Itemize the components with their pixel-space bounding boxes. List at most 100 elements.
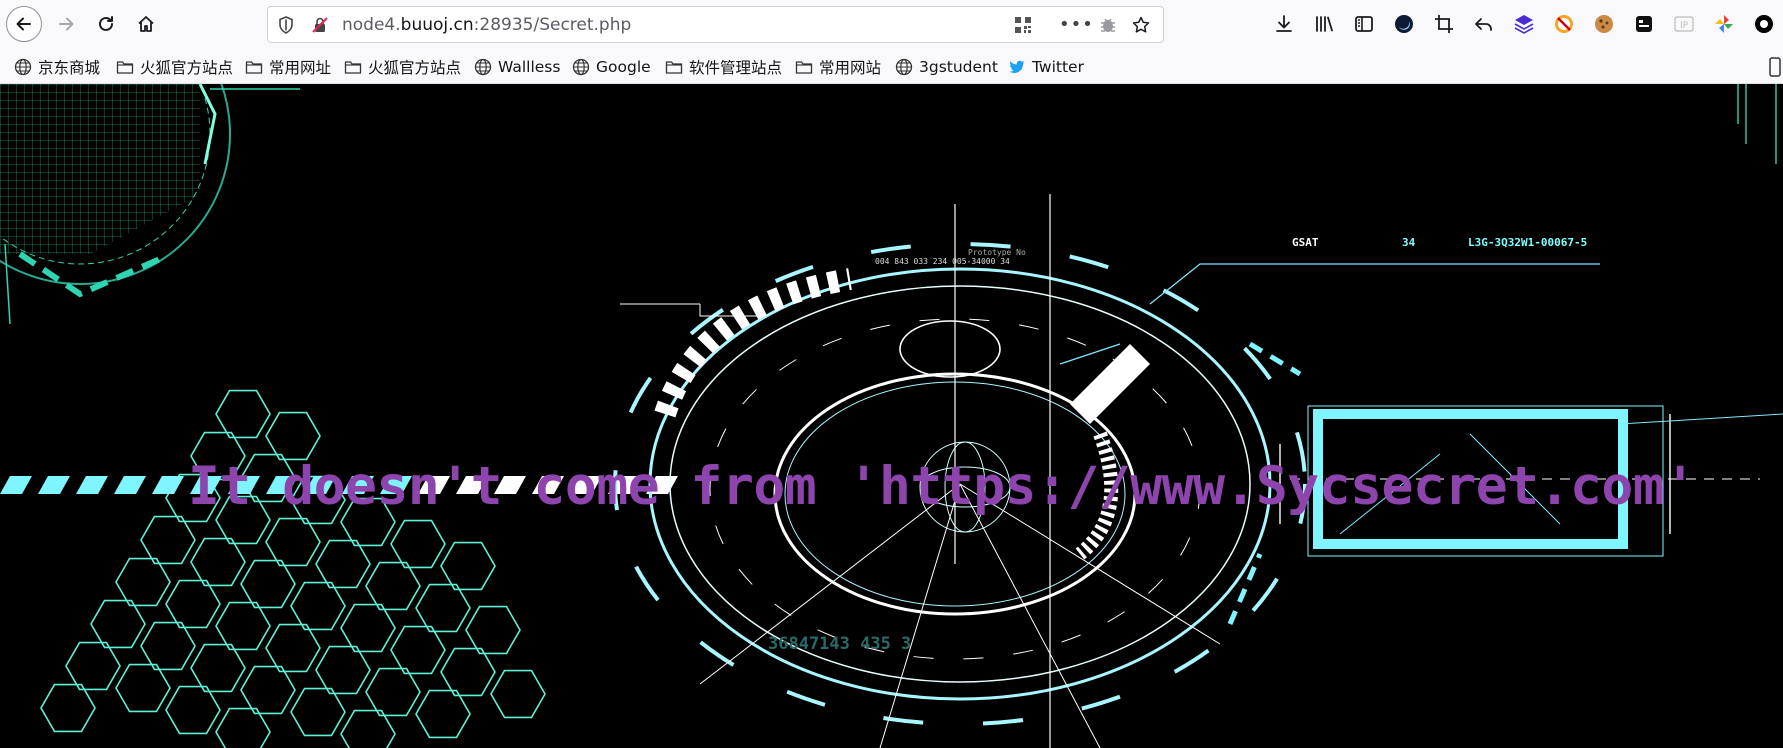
reload-button[interactable] [88,6,124,42]
browser-toolbar: node4.buuoj.cn:28935/Secret.php ••• IP [0,0,1783,49]
bookmark-item[interactable]: Twitter [1008,56,1084,78]
hexagon-cell [240,665,296,715]
globe-icon [572,58,590,76]
hexagon-cell [115,663,171,713]
hexagon-cell [265,517,321,567]
folder-icon [344,61,362,74]
hexagon-cell [190,537,246,587]
hud-label-right: L3G-3Q32W1-00067-5 [1468,236,1587,249]
bookmark-folder[interactable]: 火狐官方站点 [116,56,233,78]
hexagon-cell [465,605,521,655]
hud-number-string: 004 843 033 234 005-34000 34 [875,257,1010,266]
hexagon-cell [415,583,471,633]
hexagon-cell [390,625,446,675]
qr-code-icon[interactable] [1013,15,1033,35]
hud-label-left: GSAT [1292,236,1319,249]
page-actions-menu-icon[interactable]: ••• [1059,14,1094,35]
referer-error-message: It doesn't come from 'https://www.Sycsec… [188,456,1696,517]
globe-icon [895,58,913,76]
hexagon-cell [240,559,296,609]
home-button[interactable] [128,6,164,42]
hexagon-cell [215,389,271,439]
hexagon-cell [265,623,321,673]
forward-button[interactable] [48,6,84,42]
library-icon[interactable] [1312,12,1336,36]
hexagon-cell [140,621,196,671]
hexagon-cell [115,557,171,607]
bookmark-folder[interactable]: 常用网站 [795,56,881,78]
hexagon-cell [340,603,396,653]
hexagon-cell [365,561,421,611]
crop-screenshot-icon[interactable] [1432,12,1456,36]
dark-panel-extension-icon[interactable] [1632,12,1656,36]
bookmark-folder[interactable]: 常用网址 [245,56,331,78]
hexagon-cell [215,601,271,651]
folder-icon [245,61,263,74]
hexagon-cell [340,709,396,748]
undo-icon[interactable] [1472,12,1496,36]
home-icon [138,16,154,32]
hexagon-grid-graphic [40,389,546,748]
tracking-shield-icon[interactable] [276,15,296,35]
hexagon-cell [440,647,496,697]
hexagon-cell [365,667,421,717]
hexagon-cell [290,687,346,737]
hud-background-image: GSAT 34 L3G-3Q32W1-00067-5 Prototype No … [0,84,1783,748]
bookmark-item[interactable]: 京东商城 [14,56,100,78]
bug-extension-icon[interactable] [1098,15,1118,35]
bookmark-folder[interactable]: 软件管理站点 [665,56,782,78]
hexagon-cell [415,689,471,739]
hud-label-mid: 34 [1402,236,1416,249]
bookmarks-bar: 京东商城 火狐官方站点 常用网址 火狐官方站点 Wallless Google … [0,49,1783,84]
hud-prototype-label: Prototype No [968,248,1026,257]
globe-icon [474,58,492,76]
folder-icon [795,61,813,74]
hexagon-cell [90,599,146,649]
cookie-extension-icon[interactable] [1592,12,1616,36]
stripe-segment [76,476,108,494]
globe-icon [14,58,32,76]
folder-icon [116,61,134,74]
insecure-lock-icon[interactable] [310,15,330,35]
hexagon-cell [290,581,346,631]
hexagon-cell [165,685,221,735]
folder-icon [665,61,683,74]
url-text[interactable]: node4.buuoj.cn:28935/Secret.php [342,15,631,35]
sidebar-icon[interactable] [1352,12,1376,36]
downloads-icon[interactable] [1272,12,1296,36]
hexagon-cell [440,541,496,591]
bookmark-folder[interactable]: 火狐官方站点 [344,56,461,78]
hud-bottom-readout: 36847143 435 3 [768,634,911,654]
svg-text:IP: IP [1680,21,1689,31]
hexagon-cell [315,645,371,695]
bookmark-star-icon[interactable] [1131,15,1151,35]
block-extension-icon[interactable] [1552,12,1576,36]
hexagon-cell [315,539,371,589]
hexagon-cell [190,643,246,693]
hexagon-cell [65,641,121,691]
mobile-bookmarks-icon[interactable] [1768,57,1782,77]
moon-extension-icon[interactable] [1392,12,1416,36]
twitter-icon [1009,60,1025,73]
bookmark-item[interactable]: 3gstudent [895,56,998,78]
bookmark-item[interactable]: Google [572,56,651,78]
hexagon-cell [390,519,446,569]
radar-corner-graphic [0,84,300,325]
page-content: GSAT 34 L3G-3Q32W1-00067-5 Prototype No … [0,84,1783,748]
stripe-segment [114,476,146,494]
back-button[interactable] [6,6,42,42]
ip-extension-icon[interactable]: IP [1672,12,1696,36]
reload-icon [99,16,113,31]
layers-extension-icon[interactable] [1512,12,1536,36]
url-bar[interactable]: node4.buuoj.cn:28935/Secret.php ••• [267,6,1164,43]
account-circle-icon[interactable] [1752,12,1776,36]
hexagon-cell [165,579,221,629]
arrow-right-icon [59,17,74,31]
stripe-segment [38,476,70,494]
right-edge-bars [1737,84,1777,164]
bookmark-item[interactable]: Wallless [474,56,560,78]
stripe-segment [152,476,184,494]
hexagon-cell [215,707,271,748]
hexagon-cell [40,683,96,733]
pinwheel-extension-icon[interactable] [1712,12,1736,36]
